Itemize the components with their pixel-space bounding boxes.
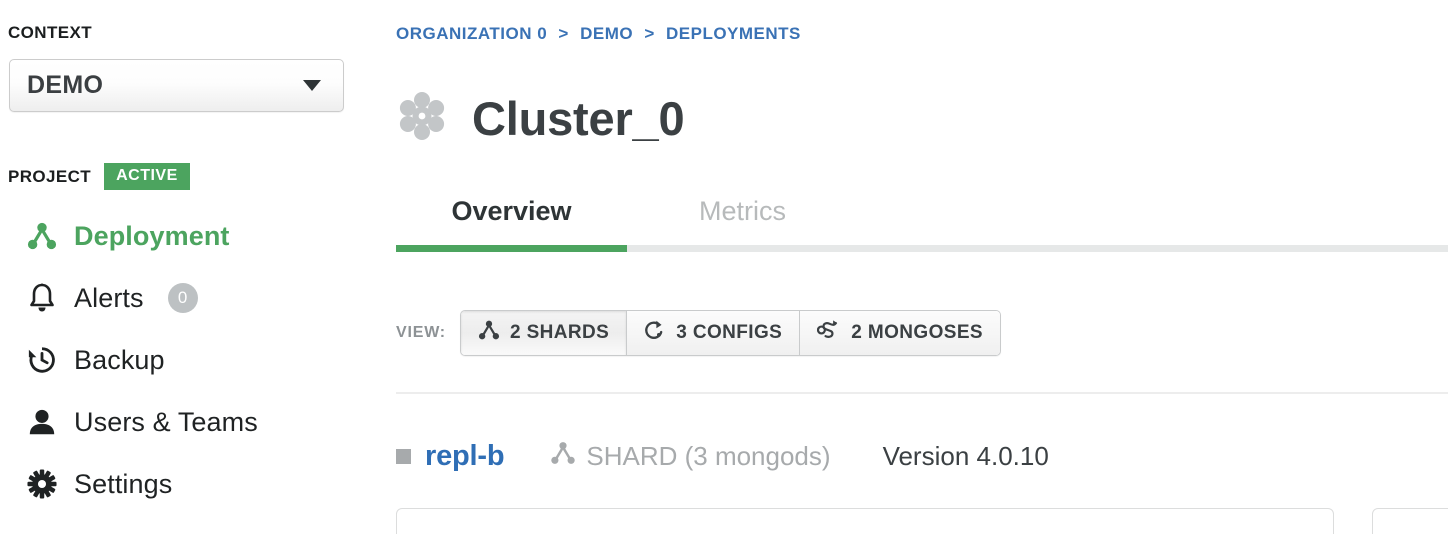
mongodb-ops-manager-screen: CONTEXT DEMO PROJECT ACTIVE Deployment A… bbox=[0, 0, 1448, 534]
node-card-secondary[interactable] bbox=[1372, 508, 1448, 534]
breadcrumb-item-organization[interactable]: ORGANIZATION 0 bbox=[396, 24, 547, 43]
chevron-down-icon bbox=[303, 80, 321, 91]
tab-bar: Overview Metrics bbox=[396, 196, 1448, 252]
history-icon bbox=[26, 344, 58, 376]
sidebar-item-users-teams[interactable]: Users & Teams bbox=[26, 391, 376, 453]
sidebar-item-label: Settings bbox=[74, 468, 173, 499]
view-button-label: 2 SHARDS bbox=[509, 322, 610, 343]
alerts-count-badge: 0 bbox=[167, 283, 198, 313]
mongos-icon bbox=[817, 319, 841, 347]
view-button-group: 2 SHARDS 3 CONFIGS 2 MONGOSES bbox=[459, 310, 1001, 356]
gear-icon bbox=[26, 468, 58, 500]
breadcrumb: ORGANIZATION 0 > DEMO > DEPLOYMENTS bbox=[396, 24, 801, 44]
sidebar-item-backup[interactable]: Backup bbox=[26, 329, 376, 391]
main-content: ORGANIZATION 0 > DEMO > DEPLOYMENTS Clus… bbox=[390, 0, 1448, 534]
sidebar-item-label: Deployment bbox=[74, 220, 230, 251]
breadcrumb-item-deployments[interactable]: DEPLOYMENTS bbox=[666, 24, 801, 43]
sidebar-item-label: Alerts bbox=[74, 282, 144, 313]
sidebar-item-label: Backup bbox=[74, 344, 165, 375]
view-toggle-row: VIEW: 2 SHARDS 3 CONFIGS 2 MONGOSES bbox=[396, 310, 1001, 356]
sidebar-item-deployment[interactable]: Deployment bbox=[26, 205, 376, 267]
section-divider bbox=[396, 392, 1448, 394]
view-button-shards[interactable]: 2 SHARDS bbox=[460, 311, 628, 355]
status-square-icon bbox=[396, 449, 411, 464]
sidebar-nav: Deployment Alerts 0 Backup Users & Teams… bbox=[26, 205, 376, 515]
replica-set-type-label: SHARD (3 mongods) bbox=[586, 441, 831, 471]
page-title: Cluster_0 bbox=[472, 92, 685, 145]
deployment-icon bbox=[26, 220, 58, 252]
project-label: PROJECT bbox=[8, 166, 92, 186]
tab-active-indicator bbox=[396, 245, 627, 252]
breadcrumb-separator: > bbox=[558, 24, 569, 43]
user-icon bbox=[26, 406, 58, 438]
view-button-configs[interactable]: 3 CONFIGS bbox=[627, 311, 801, 355]
context-dropdown-value: DEMO bbox=[27, 71, 104, 99]
view-button-label: 3 CONFIGS bbox=[676, 322, 783, 343]
tab-overview[interactable]: Overview bbox=[396, 196, 627, 245]
tab-underline bbox=[396, 245, 1448, 252]
replica-set-name-link[interactable]: repl-b bbox=[425, 440, 505, 473]
sidebar-item-alerts[interactable]: Alerts 0 bbox=[26, 267, 376, 329]
view-button-label: 2 MONGOSES bbox=[851, 322, 983, 343]
config-icon bbox=[644, 319, 666, 347]
page-title-row: Cluster_0 bbox=[396, 90, 685, 147]
view-label: VIEW: bbox=[396, 324, 446, 341]
status-badge: ACTIVE bbox=[104, 163, 190, 190]
node-card-primary[interactable] bbox=[396, 508, 1334, 534]
breadcrumb-separator: > bbox=[644, 24, 655, 43]
replica-set-type: SHARD (3 mongods) bbox=[550, 440, 831, 473]
project-row: PROJECT ACTIVE bbox=[8, 163, 190, 190]
shard-icon bbox=[550, 440, 576, 473]
replica-set-version: Version 4.0.10 bbox=[882, 441, 1049, 471]
view-button-mongoses[interactable]: 2 MONGOSES bbox=[800, 311, 1000, 355]
bell-icon bbox=[26, 282, 58, 314]
context-label: CONTEXT bbox=[8, 23, 93, 42]
cluster-flower-icon bbox=[396, 90, 448, 147]
sidebar-item-label: Users & Teams bbox=[74, 406, 258, 437]
sidebar-item-settings[interactable]: Settings bbox=[26, 453, 376, 515]
shard-icon bbox=[478, 319, 500, 347]
sidebar: CONTEXT DEMO PROJECT ACTIVE Deployment A… bbox=[0, 0, 390, 534]
context-dropdown[interactable]: DEMO bbox=[9, 59, 344, 112]
tab-metrics[interactable]: Metrics bbox=[627, 196, 858, 245]
breadcrumb-item-project[interactable]: DEMO bbox=[580, 24, 633, 43]
replica-set-row: repl-b SHARD (3 mongods) Version 4.0.10 bbox=[396, 440, 1049, 473]
